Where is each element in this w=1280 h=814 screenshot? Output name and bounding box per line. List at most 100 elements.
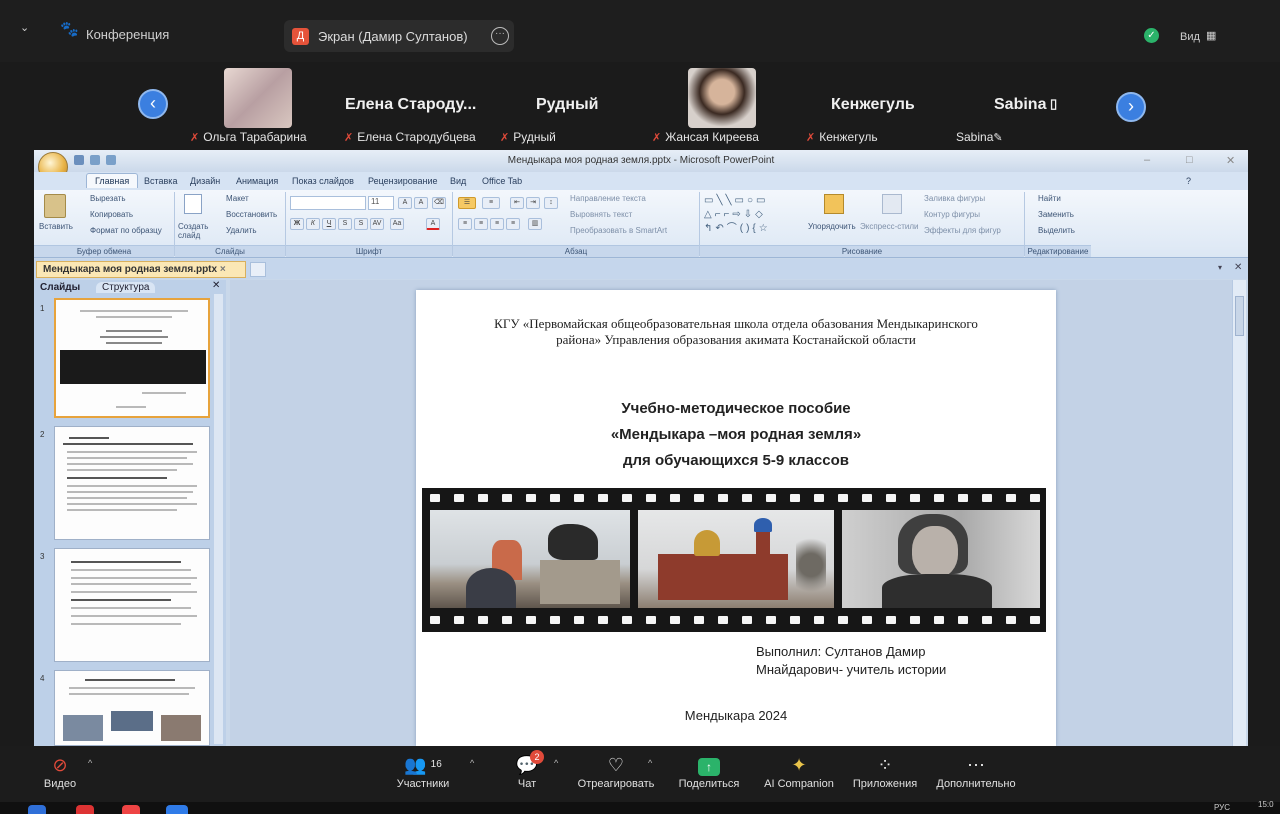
indent-increase-icon[interactable]: ⇥: [526, 197, 540, 209]
columns-icon[interactable]: ▥: [528, 218, 542, 230]
justify-icon[interactable]: ≡: [506, 218, 520, 230]
text-direction-button[interactable]: Направление текста: [570, 194, 646, 203]
reset-button[interactable]: Восстановить: [226, 210, 277, 219]
shield-check-icon[interactable]: ✓: [1144, 28, 1159, 43]
indent-decrease-icon[interactable]: ⇤: [510, 197, 524, 209]
slide-thumbnail-1[interactable]: [54, 298, 210, 418]
shadow-icon[interactable]: S: [354, 218, 368, 230]
shapes-gallery[interactable]: ▭╲╲▭○▭ △⌐⌐⇨⇩◇ ↰↶⌒(){☆: [704, 194, 804, 238]
align-left-icon[interactable]: ≡: [458, 218, 472, 230]
conference-label[interactable]: Конференция: [86, 27, 169, 42]
tab-office-tab[interactable]: Office Tab: [482, 176, 522, 186]
maximize-icon[interactable]: □: [1186, 154, 1193, 166]
taskbar-app-icon[interactable]: [122, 805, 140, 814]
tab-close-icon[interactable]: ✕: [1234, 262, 1242, 273]
font-name-combo[interactable]: [290, 196, 366, 210]
react-button[interactable]: ♡ Отреагировать: [576, 754, 656, 790]
quick-styles-icon[interactable]: [882, 194, 902, 214]
participants-options-caret[interactable]: ^: [470, 758, 474, 768]
line-spacing-icon[interactable]: ↕: [544, 197, 558, 209]
slide-thumbnail-3[interactable]: [54, 548, 210, 662]
align-center-icon[interactable]: ≡: [474, 218, 488, 230]
numbering-icon[interactable]: ≡: [482, 197, 500, 209]
panel-scrollbar[interactable]: [214, 294, 223, 744]
underline-icon[interactable]: Ч: [322, 218, 336, 230]
arrange-button[interactable]: Упорядочить: [808, 222, 856, 231]
taskbar-app-icon[interactable]: [28, 805, 46, 814]
apps-button[interactable]: ⁘ Приложения: [850, 754, 920, 790]
new-slide-button[interactable]: Создать слайд: [178, 222, 212, 240]
shape-effects-button[interactable]: Эффекты для фигур: [924, 226, 1001, 235]
case-icon[interactable]: Aa: [390, 218, 404, 230]
bold-icon[interactable]: Ж: [290, 218, 304, 230]
grid-view-icon[interactable]: ▦: [1206, 29, 1216, 42]
select-button[interactable]: Выделить: [1038, 226, 1075, 235]
find-button[interactable]: Найти: [1038, 194, 1061, 203]
taskbar-app-icon[interactable]: [76, 805, 94, 814]
chat-button[interactable]: 💬 2 Чат: [510, 750, 544, 790]
new-tab-button[interactable]: [250, 262, 266, 277]
paste-button[interactable]: Вставить: [39, 222, 73, 231]
share-button[interactable]: ↑ Поделиться: [676, 754, 742, 790]
shape-outline-button[interactable]: Контур фигуры: [924, 210, 980, 219]
video-button[interactable]: ⊘ Видео: [38, 754, 82, 790]
video-options-caret[interactable]: ^: [88, 758, 92, 768]
shrink-font-icon[interactable]: A: [414, 197, 428, 209]
more-button[interactable]: ⋯ Дополнительно: [934, 754, 1018, 790]
editor-scrollbar[interactable]: [1232, 280, 1246, 746]
smartart-button[interactable]: Преобразовать в SmartArt: [570, 226, 667, 235]
delete-slide-button[interactable]: Удалить: [226, 226, 257, 235]
tab-slideshow[interactable]: Показ слайдов: [292, 176, 354, 186]
strike-icon[interactable]: S: [338, 218, 352, 230]
keyboard-language[interactable]: РУС: [1214, 803, 1230, 812]
next-page-button[interactable]: ›: [1116, 92, 1146, 122]
align-right-icon[interactable]: ≡: [490, 218, 504, 230]
italic-icon[interactable]: К: [306, 218, 320, 230]
more-icon[interactable]: ···: [491, 27, 509, 45]
font-size-combo[interactable]: 11: [368, 196, 394, 210]
format-painter-button[interactable]: Формат по образцу: [90, 226, 162, 235]
tab-animation[interactable]: Анимация: [236, 176, 278, 186]
document-tab[interactable]: Мендыкара моя родная земля.pptx ×: [36, 261, 246, 278]
grow-font-icon[interactable]: A: [398, 197, 412, 209]
spacing-icon[interactable]: AV: [370, 218, 384, 230]
tab-outline[interactable]: Структура: [96, 282, 156, 293]
chevron-down-icon[interactable]: ⌄: [20, 21, 29, 34]
shape-fill-button[interactable]: Заливка фигуры: [924, 194, 985, 203]
clear-format-icon[interactable]: ⌫: [432, 197, 446, 209]
participants-button[interactable]: 👥 16 Участники: [392, 754, 454, 790]
close-icon[interactable]: ✕: [1226, 154, 1235, 167]
tab-review[interactable]: Рецензирование: [368, 176, 438, 186]
replace-button[interactable]: Заменить: [1038, 210, 1074, 219]
screen-share-indicator[interactable]: Д Экран (Дамир Султанов) ···: [284, 20, 514, 52]
view-label[interactable]: Вид: [1180, 31, 1200, 43]
ai-companion-button[interactable]: ✦ AI Companion: [762, 754, 836, 790]
quick-styles-button[interactable]: Экспресс-стили: [860, 222, 919, 231]
tab-slides[interactable]: Слайды: [40, 282, 80, 293]
slide-thumbnail-2[interactable]: [54, 426, 210, 540]
tab-menu-icon[interactable]: ▾: [1218, 263, 1222, 272]
close-tab-icon[interactable]: ×: [220, 264, 226, 275]
arrange-icon[interactable]: [824, 194, 844, 214]
copy-button[interactable]: Копировать: [90, 210, 133, 219]
cut-button[interactable]: Вырезать: [90, 194, 126, 203]
slide-thumbnail-4[interactable]: [54, 670, 210, 746]
tab-view[interactable]: Вид: [450, 176, 466, 186]
taskbar-app-icon[interactable]: [166, 805, 188, 814]
previous-page-button[interactable]: ‹: [138, 89, 168, 119]
paste-icon[interactable]: [44, 194, 66, 218]
slide-canvas[interactable]: КГУ «Первомайская общеобразовательная шк…: [416, 290, 1056, 746]
tab-design[interactable]: Дизайн: [190, 176, 220, 186]
bullets-icon[interactable]: ☰: [458, 197, 476, 209]
help-icon[interactable]: ?: [1186, 176, 1191, 186]
new-slide-icon[interactable]: [184, 194, 202, 214]
tab-home[interactable]: Главная: [86, 173, 139, 188]
close-panel-icon[interactable]: ✕: [212, 280, 220, 291]
align-text-button[interactable]: Выровнять текст: [570, 210, 632, 219]
layout-button[interactable]: Макет: [226, 194, 249, 203]
react-options-caret[interactable]: ^: [648, 758, 652, 768]
tab-insert[interactable]: Вставка: [144, 176, 177, 186]
scroll-thumb[interactable]: [1235, 296, 1244, 336]
font-color-icon[interactable]: A: [426, 218, 440, 230]
minimize-icon[interactable]: –: [1144, 154, 1150, 166]
